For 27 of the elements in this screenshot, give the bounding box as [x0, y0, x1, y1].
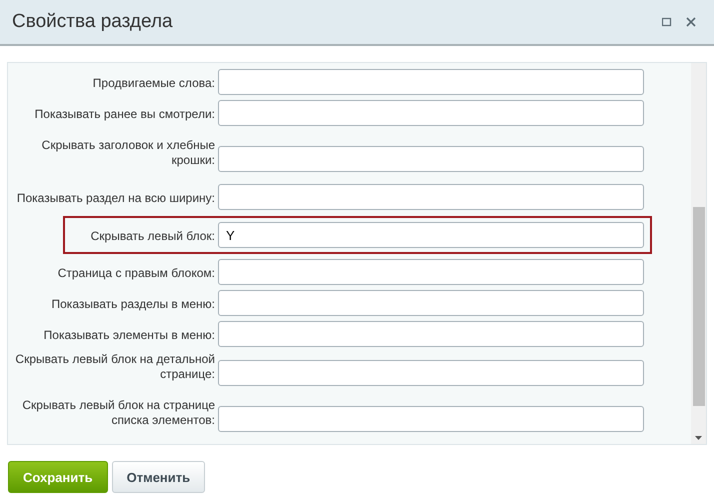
- input-field[interactable]: [218, 69, 644, 95]
- field-label: Скрывать левый блок:: [90, 229, 215, 245]
- cancel-button[interactable]: Отменить: [112, 461, 206, 493]
- field-label: Показывать разделы в меню:: [50, 297, 215, 313]
- input-field[interactable]: [218, 259, 644, 285]
- input-field[interactable]: [218, 184, 644, 210]
- input-field[interactable]: [218, 100, 644, 126]
- field-label: Продвигаемые слова:: [92, 76, 215, 92]
- field-label: Показывать раздел на всю ширину:: [16, 191, 215, 207]
- input-field[interactable]: [218, 406, 644, 432]
- input-field[interactable]: [218, 321, 644, 347]
- input-field[interactable]: [218, 146, 644, 172]
- input-field[interactable]: [218, 290, 644, 316]
- field-label: Показывать элементы в меню:: [42, 328, 215, 344]
- field-label: Показывать ранее вы смотрели:: [34, 107, 215, 123]
- maximize-icon[interactable]: [662, 17, 672, 27]
- input-field[interactable]: [218, 360, 644, 386]
- field-label: Скрывать левый блок на детальной странице:: [14, 352, 215, 383]
- scrollbar[interactable]: [691, 63, 706, 444]
- input-field[interactable]: Y: [218, 222, 644, 248]
- down-arrow-icon[interactable]: [695, 436, 702, 440]
- window-title: Свойства раздела: [12, 11, 174, 33]
- field-label: Скрывать левый блок на странице списка элементов:: [21, 398, 215, 429]
- scrollbar-thumb[interactable]: [693, 207, 705, 406]
- field-label: Страница с правым блоком:: [56, 266, 215, 282]
- field-label: Скрывать заголовок и хлебные крошки:: [40, 138, 215, 169]
- close-icon[interactable]: [686, 17, 696, 27]
